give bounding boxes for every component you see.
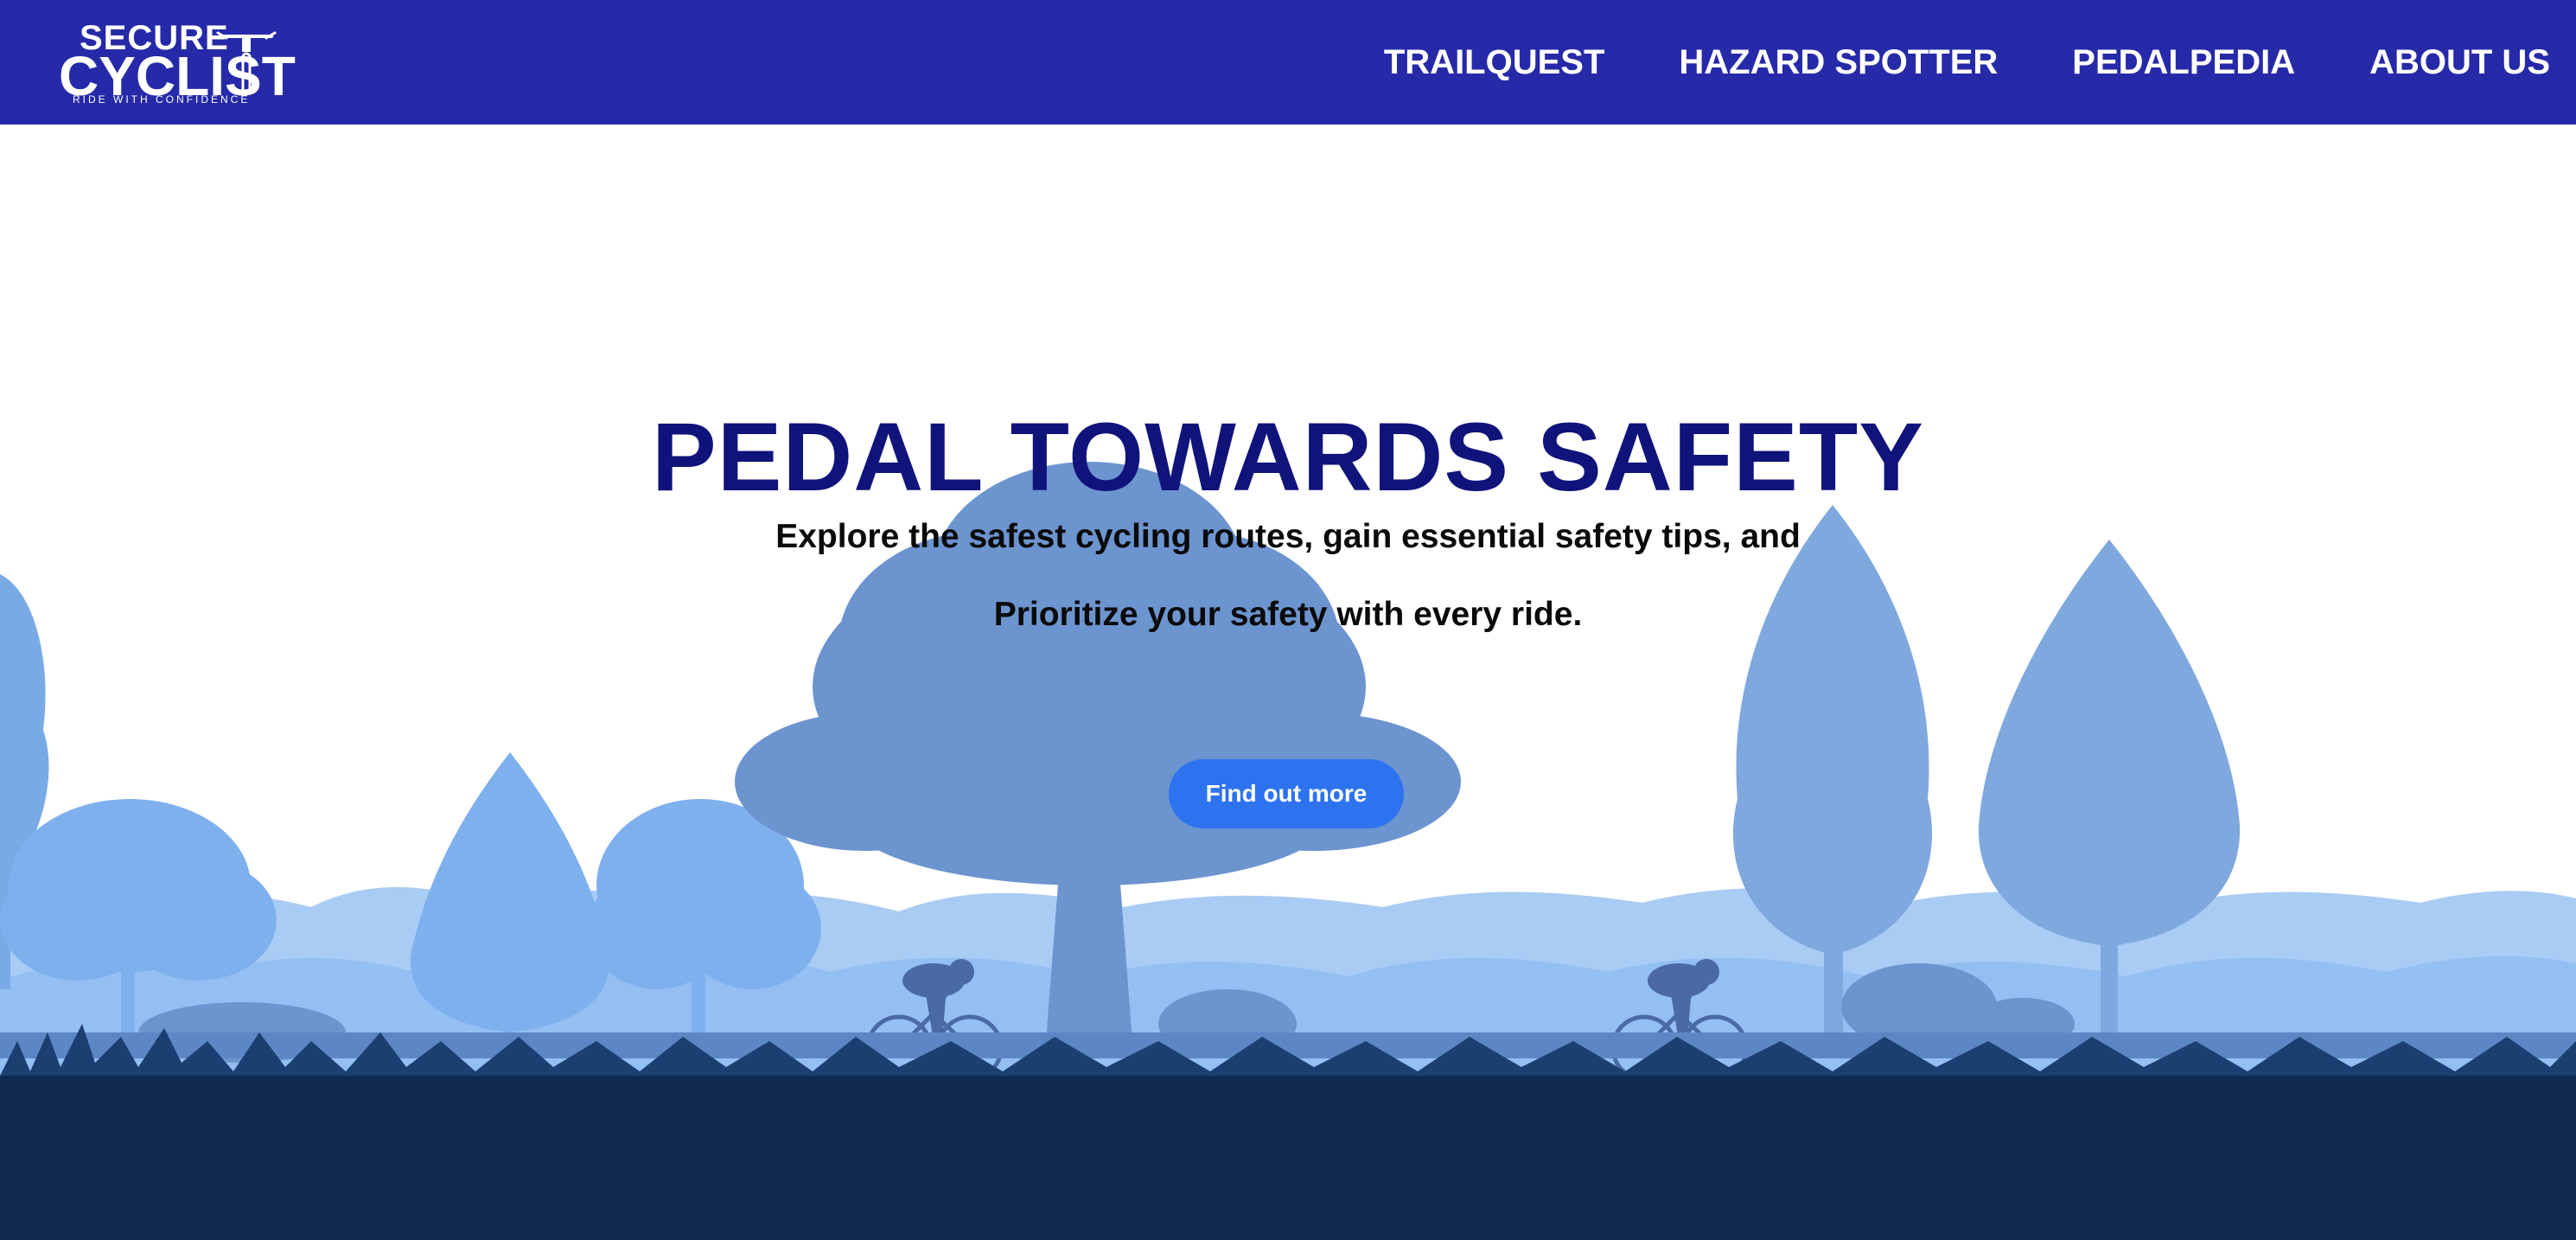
- nav-link-trailquest[interactable]: TRAILQUEST: [1384, 31, 1605, 81]
- nav-item-trailquest: TRAILQUEST: [1384, 43, 1605, 82]
- site-logo[interactable]: SECURE CYCLIST RIDE WITH CONFIDENCE: [57, 17, 296, 112]
- forest-landscape-illustration: [0, 462, 2576, 1240]
- nav-link-about-us[interactable]: ABOUT US: [2369, 31, 2550, 81]
- nav-item-hazard-spotter: HAZARD SPOTTER: [1679, 43, 1998, 82]
- nav-link-hazard-spotter[interactable]: HAZARD SPOTTER: [1679, 31, 1998, 81]
- hero-title: PEDAL TOWARDS SAFETY: [651, 403, 1924, 512]
- find-out-more-button[interactable]: Find out more: [1169, 759, 1404, 828]
- nav-item-about-us: ABOUT US: [2369, 43, 2550, 82]
- logo-tagline: RIDE WITH CONFIDENCE: [73, 93, 251, 105]
- nav-list: TRAILQUEST HAZARD SPOTTER PEDALPEDIA ABO…: [1384, 0, 2550, 125]
- ground-fill: [0, 1076, 2576, 1240]
- hero-subtitle-line2: Prioritize your safety with every ride.: [993, 596, 1583, 633]
- nav-link-pedalpedia[interactable]: PEDALPEDIA: [2072, 31, 2295, 81]
- hero-subtitle-line1: Explore the safest cycling routes, gain …: [775, 518, 1801, 555]
- bicycle-handlebar-icon: [216, 31, 277, 95]
- hero-section: PEDAL TOWARDS SAFETY Explore the safest …: [0, 125, 2576, 1240]
- nav-item-pedalpedia: PEDALPEDIA: [2072, 43, 2295, 82]
- top-navbar: SECURE CYCLIST RIDE WITH CONFIDENCE TRAI…: [0, 0, 2576, 125]
